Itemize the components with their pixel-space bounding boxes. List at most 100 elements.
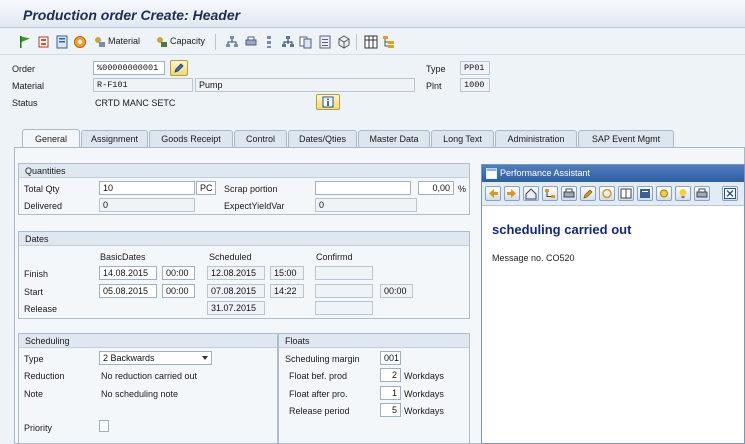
- plant-label: Plnt: [426, 81, 442, 91]
- back-button[interactable]: [485, 186, 501, 201]
- float-after-label: Float after pro.: [289, 389, 348, 399]
- pencil-icon: [174, 63, 184, 73]
- settings-button[interactable]: [656, 186, 672, 201]
- float-before-field[interactable]: 2: [380, 368, 401, 382]
- start-label: Start: [24, 287, 44, 297]
- network-icon[interactable]: [281, 35, 295, 49]
- note-label: Note: [24, 389, 44, 399]
- finish-confirmed-date: [315, 266, 373, 280]
- finish-label: Finish: [24, 269, 49, 279]
- document-button[interactable]: [618, 186, 634, 201]
- tab-sap-event-mgmt[interactable]: SAP Event Mgmt: [578, 130, 674, 147]
- help-button[interactable]: [675, 186, 691, 201]
- tab-administration[interactable]: Administration: [495, 130, 577, 147]
- scrap-percent-field[interactable]: 0,00: [418, 181, 454, 195]
- float-after-unit: Workdays: [404, 389, 444, 399]
- edit-button[interactable]: [580, 186, 596, 201]
- hierarchy-icon[interactable]: [225, 35, 239, 49]
- start-basic-time[interactable]: 00:00: [162, 284, 195, 298]
- reduction-label: Reduction: [24, 371, 65, 381]
- assistant-message: scheduling carried out: [492, 222, 632, 237]
- expect-yield-field: 0: [315, 198, 417, 212]
- finish-scheduled-time: 15:00: [270, 266, 304, 280]
- tree-button[interactable]: [542, 186, 558, 201]
- dates-header: Dates: [19, 232, 469, 246]
- tree-icon[interactable]: [382, 35, 396, 49]
- release-label: Release: [24, 304, 58, 314]
- scheduling-type-dropdown[interactable]: 2 Backwards: [99, 351, 212, 365]
- toolbar-separator: [215, 34, 216, 50]
- scrap-label: Scrap portion: [224, 184, 278, 194]
- start-scheduled-time: 14:22: [270, 284, 304, 298]
- material-button[interactable]: Material: [108, 36, 140, 46]
- expect-yield-label: ExpectYieldVar: [224, 201, 285, 211]
- floats-header: Floats: [279, 334, 469, 348]
- cube-icon[interactable]: [337, 35, 351, 49]
- unit-field[interactable]: PC: [196, 181, 216, 195]
- start-basic-date[interactable]: 05.08.2015: [99, 284, 157, 298]
- capacity-icon[interactable]: [155, 35, 169, 49]
- finish-basic-time[interactable]: 00:00: [162, 266, 195, 280]
- print-preview-button[interactable]: [694, 186, 710, 201]
- close-icon: [724, 188, 736, 199]
- float-before-label: Float bef. prod: [289, 371, 348, 381]
- printer-icon: [563, 188, 575, 198]
- quantities-header: Quantities: [19, 164, 469, 178]
- material-icon[interactable]: [93, 35, 107, 49]
- tab-assignment[interactable]: Assignment: [81, 130, 148, 147]
- tab-master-data[interactable]: Master Data: [358, 130, 430, 147]
- technical-info-button[interactable]: [599, 186, 615, 201]
- status-icon[interactable]: [73, 35, 87, 49]
- float-before-unit: Workdays: [404, 371, 444, 381]
- scheduling-header: Scheduling: [19, 334, 277, 348]
- toolbar-separator: [356, 34, 357, 50]
- total-qty-field[interactable]: 10: [99, 181, 195, 195]
- status-info-button[interactable]: [316, 94, 340, 110]
- order-label: Order: [12, 64, 36, 74]
- tab-goods-receipt[interactable]: Goods Receipt: [149, 130, 233, 147]
- priority-label: Priority: [24, 423, 53, 433]
- printer-icon: [696, 188, 708, 198]
- tab-long-text[interactable]: Long Text: [431, 130, 494, 147]
- title-bar: Production order Create: Header: [0, 0, 745, 28]
- release-period-label: Release period: [289, 406, 350, 416]
- save-icon[interactable]: [55, 35, 69, 49]
- scheduling-margin-field[interactable]: 001: [380, 351, 401, 365]
- order-type-field: PP01: [460, 61, 490, 75]
- document-icon[interactable]: [318, 35, 332, 49]
- structure-icon: [545, 189, 555, 198]
- float-after-field[interactable]: 1: [380, 386, 401, 400]
- basic-dates-header: BasicDates: [100, 252, 146, 262]
- reduction-value: No reduction carried out: [101, 371, 198, 381]
- list-icon[interactable]: [262, 35, 276, 49]
- priority-field[interactable]: [99, 420, 109, 432]
- edit-order-button[interactable]: [170, 60, 188, 76]
- finish-basic-date[interactable]: 14.08.2015: [99, 266, 157, 280]
- flag-icon[interactable]: [18, 35, 32, 49]
- release-period-field[interactable]: 5: [380, 403, 401, 417]
- scheduling-type-value: 2 Backwards: [103, 353, 155, 363]
- release-period-unit: Workdays: [404, 406, 444, 416]
- window-title: Production order Create: Header: [23, 7, 241, 23]
- grid-icon[interactable]: [364, 35, 378, 49]
- home-button[interactable]: [523, 186, 539, 201]
- close-button[interactable]: [722, 186, 738, 201]
- print-button[interactable]: [561, 186, 577, 201]
- glossary-button[interactable]: [637, 186, 653, 201]
- start-scheduled-date: 07.08.2015: [207, 284, 265, 298]
- material-field: R-F101: [93, 78, 193, 92]
- order-field[interactable]: %00000000001: [93, 61, 165, 75]
- scrap-field[interactable]: [315, 181, 411, 195]
- tab-control[interactable]: Control: [234, 130, 287, 147]
- window-icon: [486, 168, 497, 179]
- tab-dates-qties[interactable]: Dates/Qties: [288, 130, 357, 147]
- start-confirmed-date: [315, 284, 373, 298]
- status-label: Status: [12, 98, 38, 108]
- release-icon[interactable]: [37, 35, 51, 49]
- copy-icon[interactable]: [299, 35, 313, 49]
- print-icon[interactable]: [244, 35, 258, 49]
- forward-button[interactable]: [504, 186, 520, 201]
- tab-general[interactable]: General: [22, 129, 80, 147]
- capacity-button[interactable]: Capacity: [170, 36, 205, 46]
- material-description: Pump: [195, 78, 415, 92]
